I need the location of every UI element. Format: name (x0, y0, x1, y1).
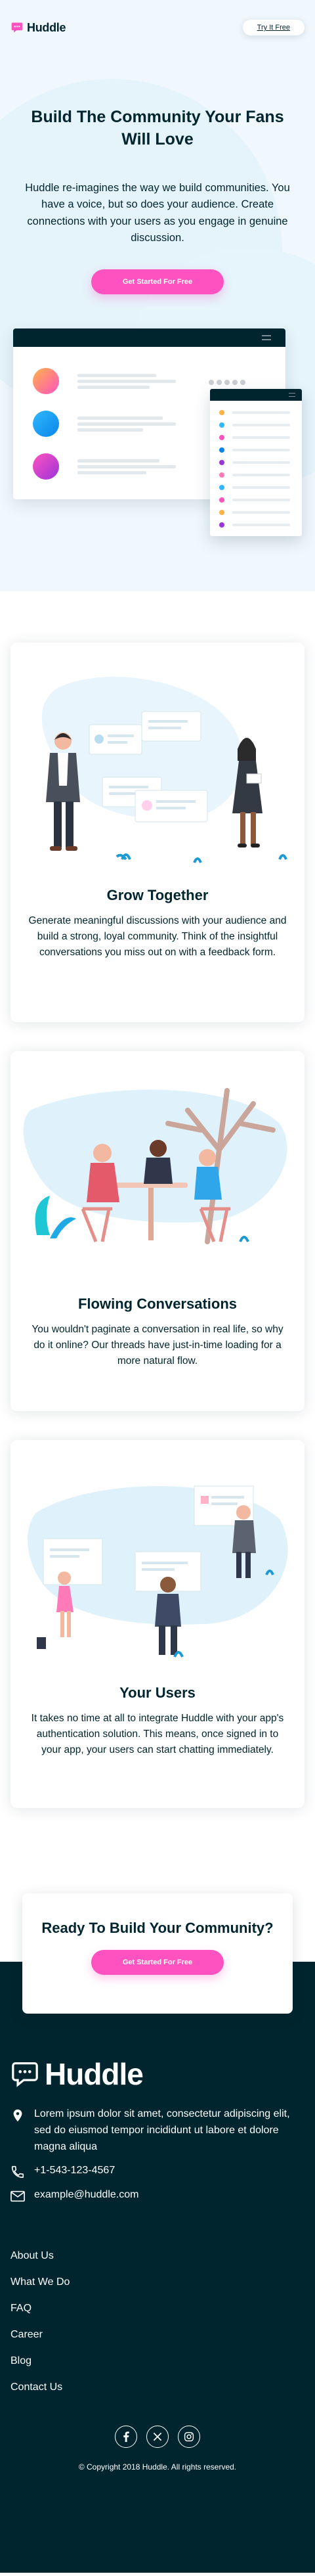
mockup-titlebar (210, 389, 302, 401)
footer-email: example@huddle.com (10, 2187, 304, 2203)
email-address[interactable]: example@huddle.com (34, 2187, 138, 2203)
feature-title: Your Users (119, 1684, 196, 1701)
footer-link-what-we-do[interactable]: What We Do (10, 2269, 304, 2295)
phone-icon (11, 2166, 24, 2179)
menu-icon (262, 335, 271, 340)
mockup-row (33, 453, 176, 480)
header: Huddle Try It Free (0, 0, 315, 35)
feature-title: Grow Together (106, 887, 209, 903)
footer-link-blog[interactable]: Blog (10, 2348, 304, 2374)
chat-bubble-icon (12, 2062, 38, 2087)
footer-link-contact-us[interactable]: Contact Us (10, 2374, 304, 2401)
footer-link-about-us[interactable]: About Us (10, 2243, 304, 2269)
feature-title: Flowing Conversations (77, 1296, 238, 1312)
phone-number[interactable]: +1-543-123-4567 (34, 2163, 115, 2179)
logo[interactable]: Huddle (10, 21, 66, 35)
try-it-free-button[interactable]: Try It Free (242, 20, 304, 35)
social-links (10, 2426, 304, 2449)
cta-title: Ready To Build Your Community? (41, 1920, 274, 1936)
mockup-titlebar (13, 328, 285, 347)
feature-description: You wouldn't paginate a conversation in … (32, 1324, 284, 1367)
your-users-illustration (10, 1440, 304, 1677)
cta-and-footer: Ready To Build Your Community? Get Start… (0, 1837, 315, 2573)
feature-card-flowing-conversations: Flowing Conversations You wouldn't pagin… (10, 1051, 304, 1411)
avatar (33, 453, 59, 480)
footer-link-career[interactable]: Career (10, 2322, 304, 2348)
logo-text: Huddle (27, 20, 66, 34)
feature-description: It takes no time at all to integrate Hud… (31, 1713, 284, 1756)
address-text: Lorem ipsum dolor sit amet, consectetur … (34, 2108, 290, 2152)
avatar (33, 368, 59, 394)
footer-logo[interactable]: Huddle (10, 2056, 304, 2092)
flowing-conversations-illustration (10, 1051, 304, 1288)
copyright-text: © Copyright 2018 Huddle. All rights rese… (78, 2462, 237, 2472)
hero-section: Huddle Try It Free Build The Community Y… (0, 0, 315, 591)
x-twitter-icon[interactable] (146, 2426, 169, 2449)
feature-card-your-users: Your Users It takes no time at all to in… (10, 1440, 304, 1808)
footer-logo-text: Huddle (45, 2057, 144, 2091)
footer-phone: +1-543-123-4567 (10, 2163, 304, 2179)
mockup-row (33, 368, 176, 394)
footer-link-faq[interactable]: FAQ (10, 2295, 304, 2322)
feature-description: Generate meaningful discussions with you… (28, 915, 287, 959)
email-icon (10, 2191, 25, 2202)
get-started-button[interactable]: Get Started For Free (91, 1950, 224, 1975)
hero-title: Build The Community Your Fans Will Love (31, 108, 284, 148)
mobile-mockup-illustration (210, 389, 302, 536)
mockup-dots (209, 380, 245, 385)
grow-together-illustration (10, 643, 304, 879)
hero-description: Huddle re-imagines the way we build comm… (25, 181, 290, 244)
facebook-icon[interactable] (115, 2426, 137, 2449)
footer-nav: About Us What We Do FAQ Career Blog Cont… (10, 2243, 304, 2401)
features-section: Grow Together Generate meaningful discus… (0, 591, 315, 1808)
mockup-row (33, 411, 176, 437)
menu-icon (289, 393, 295, 397)
hero-cta-wrapper: Get Started For Free (0, 269, 315, 294)
instagram-icon[interactable] (178, 2426, 200, 2449)
cta-card: Ready To Build Your Community? Get Start… (22, 1893, 293, 2014)
feature-card-grow-together: Grow Together Generate meaningful discus… (10, 643, 304, 1022)
get-started-button[interactable]: Get Started For Free (91, 269, 224, 294)
chat-bubble-icon (11, 22, 23, 33)
location-icon (13, 2109, 22, 2122)
footer: Huddle Lorem ipsum dolor sit amet, conse… (10, 2056, 304, 2472)
avatar (33, 411, 59, 437)
footer-address: Lorem ipsum dolor sit amet, consectetur … (10, 2106, 304, 2155)
